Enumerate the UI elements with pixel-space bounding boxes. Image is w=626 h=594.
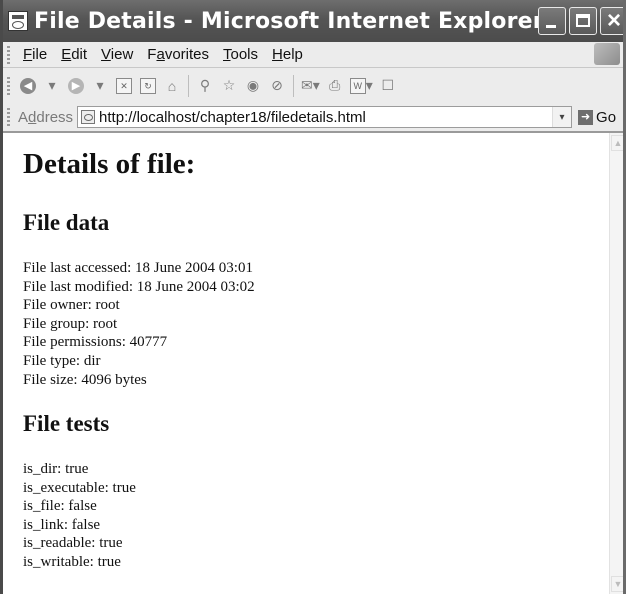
address-url: http://localhost/chapter18/filedetails.h… [99, 108, 366, 126]
standard-toolbar: ◀ ▾ ▶ ▾ ✕ ↻ ⌂ ⚲ ☆ ◉ ⊘ ✉▾ ⎙ W ▾ ☐ [3, 68, 626, 104]
toolbar-grip[interactable] [7, 45, 10, 64]
go-button[interactable]: ➜ Go [578, 109, 616, 126]
mail-icon[interactable]: ✉▾ [301, 75, 320, 97]
toolbar-grip[interactable] [7, 108, 10, 126]
file-test-line: is_readable: true [23, 535, 123, 552]
title-bar[interactable]: File Details - Microsoft Internet Explor… [3, 0, 626, 42]
address-bar: Address http://localhost/chapter18/filed… [3, 103, 626, 133]
file-test-line: is_link: false [23, 516, 101, 533]
menu-edit[interactable]: Edit [54, 46, 94, 63]
file-data-line: File last modified: 18 June 2004 03:02 [23, 278, 255, 295]
file-data-line: File permissions: 40777 [23, 334, 168, 351]
home-icon[interactable]: ⌂ [163, 75, 181, 97]
page-content: Details of file: File data File last acc… [3, 133, 609, 594]
file-data-heading: File data [23, 210, 110, 235]
toolbar-grip[interactable] [7, 76, 10, 95]
menu-favorites[interactable]: Favorites [140, 46, 216, 63]
page-heading: Details of file: [23, 148, 196, 180]
file-tests-heading: File tests [23, 411, 110, 436]
address-dropdown-icon[interactable]: ▾ [552, 107, 572, 127]
discuss-icon[interactable]: ☐ [379, 75, 397, 97]
edit-icon[interactable]: W ▾ [349, 75, 373, 97]
page-icon [81, 110, 96, 124]
file-data-line: File group: root [23, 315, 118, 332]
file-data-line: File size: 4096 bytes [23, 371, 147, 388]
file-data-line: File owner: root [23, 297, 120, 314]
forward-icon[interactable]: ▶ [67, 75, 85, 97]
browser-window: File Details - Microsoft Internet Explor… [0, 0, 626, 594]
go-arrow-icon: ➜ [578, 109, 594, 125]
go-label: Go [596, 108, 617, 126]
file-tests-list: is_dir: true is_executable: true is_file… [23, 460, 136, 572]
address-label: Address [18, 108, 74, 126]
ie-page-icon [8, 11, 28, 31]
file-test-line: is_executable: true [23, 479, 136, 496]
history-icon[interactable]: ⊘ [268, 75, 286, 97]
file-data-list: File last accessed: 18 June 2004 03:01 F… [23, 259, 255, 389]
menu-view[interactable]: View [94, 46, 140, 63]
maximize-button[interactable] [569, 7, 597, 35]
media-icon[interactable]: ◉ [244, 75, 262, 97]
file-data-line: File type: dir [23, 352, 101, 369]
address-input[interactable]: http://localhost/chapter18/filedetails.h… [77, 106, 573, 128]
favorites-icon[interactable]: ☆ [220, 75, 238, 97]
file-data-line: File last accessed: 18 June 2004 03:01 [23, 260, 253, 276]
file-test-line: is_dir: true [23, 461, 89, 477]
search-icon[interactable]: ⚲ [196, 75, 214, 97]
toolbar-separator [188, 74, 189, 97]
toolbar-separator [293, 74, 294, 97]
menu-tools[interactable]: Tools [216, 46, 265, 63]
windows-logo-icon [594, 43, 620, 65]
menu-bar: File Edit View Favorites Tools Help [3, 42, 626, 68]
window-title: File Details - Microsoft Internet Explor… [34, 8, 544, 34]
file-test-line: is_file: false [23, 498, 97, 515]
stop-icon[interactable]: ✕ [115, 75, 133, 97]
print-icon[interactable]: ⎙ [326, 75, 344, 97]
back-icon[interactable]: ◀ [19, 75, 37, 97]
refresh-icon[interactable]: ↻ [139, 75, 157, 97]
file-test-line: is_writable: true [23, 553, 121, 570]
forward-dropdown-icon[interactable]: ▾ [91, 75, 109, 97]
minimize-button[interactable] [538, 7, 566, 35]
back-dropdown-icon[interactable]: ▾ [43, 75, 61, 97]
menu-help[interactable]: Help [265, 46, 310, 63]
caption-buttons: × [538, 7, 626, 35]
menu-file[interactable]: File [16, 46, 54, 63]
